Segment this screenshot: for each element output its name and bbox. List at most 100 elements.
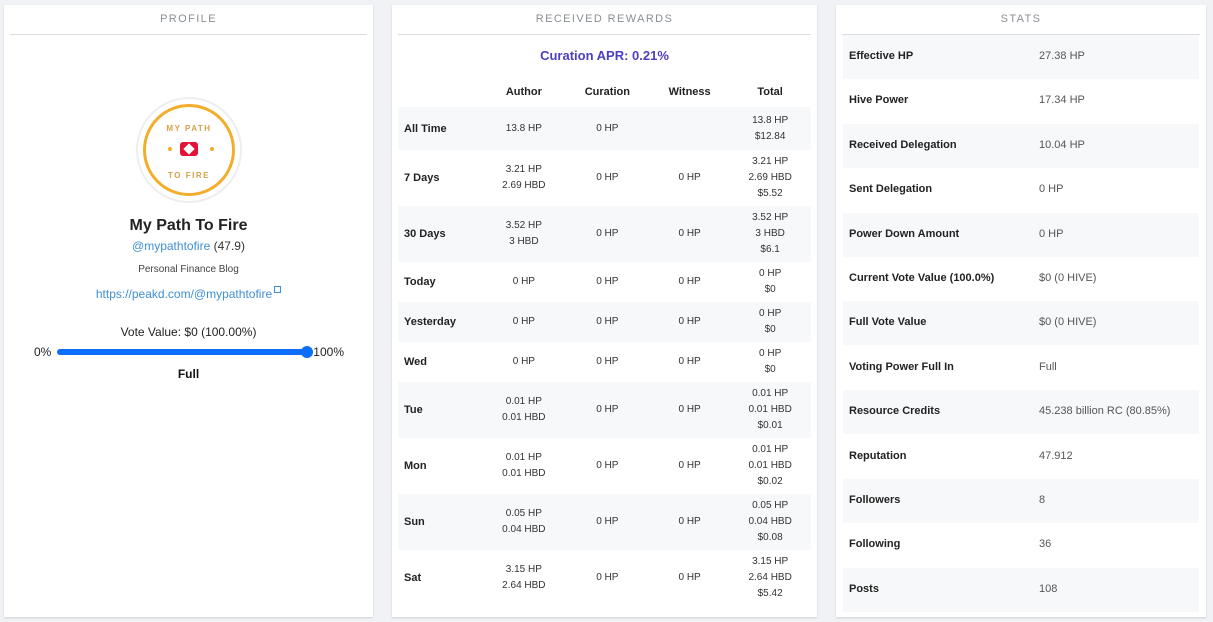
rewards-total-cell: 0 HP $0 [729,302,811,342]
rewards-total-cell: 0 HP $0 [729,262,811,302]
stat-row: Hive Power 17.34 HP [843,79,1199,123]
rewards-row: 30 Days 3.52 HP 3 HBD 0 HP 0 HP 3.52 HP 3 HBD $… [398,206,811,262]
stats-card: STATS Effective HP 27.38 HP Hive Power 17.3… [836,5,1206,617]
rewards-witness-cell: 0 HP [649,206,730,262]
stat-row: Voting Power Full In Full [843,346,1199,390]
stat-row: Following 36 [843,523,1199,567]
rewards-curation-cell: 0 HP [596,572,619,583]
rewards-total-cell-line: $0 [764,364,776,375]
rewards-total-cell: 0 HP $0 [729,342,811,382]
rewards-author-cell-line: 2.64 HBD [502,580,546,591]
rewards-total-cell-line: $0.08 [757,532,783,543]
profile-website-link[interactable]: https://peakd.com/@mypathtofire [96,287,272,301]
rewards-total-cell-line: 0.01 HBD [748,404,792,415]
stats-section-title: STATS [842,5,1200,35]
stat-label: Received Delegation [849,138,957,151]
stat-value: 0 HP [1039,227,1064,240]
rewards-author-cell: 0.01 HP 0.01 HBD [483,438,565,494]
stat-value: 10.04 HP [1039,138,1085,151]
rewards-total-cell-line: 0 HP [759,268,782,279]
rewards-curation-cell: 0 HP [596,356,619,367]
rewards-author-cell-line: 13.8 HP [505,122,542,134]
rewards-period-label: Today [404,276,436,288]
profile-about: Personal Finance Blog [138,264,239,275]
vote-weight-slider[interactable] [57,346,313,358]
rewards-author-cell: 0 HP [483,342,565,382]
stat-row: Received Delegation 10.04 HP [843,123,1199,168]
stat-label: Hive Power [849,94,909,107]
stat-row: Full Vote Value $0 (0 HIVE) [843,301,1199,346]
rewards-author-cell: 3.15 HP 2.64 HBD [483,550,565,606]
rewards-author-cell: 0.05 HP 0.04 HBD [483,494,565,550]
rewards-curation-cell: 0 HP [564,206,650,262]
rewards-total-cell-line: 2.69 HBD [748,172,792,183]
avatar-dot-right [210,147,214,151]
rewards-total-cell-line: $6.1 [760,244,780,255]
rewards-total-cell: 0.05 HP 0.04 HBD $0.08 [729,494,811,550]
rewards-author-cell-line: 0 HP [512,356,535,367]
rewards-period-label: 30 Days [398,206,483,262]
rewards-row: Mon 0.01 HP 0.01 HBD 0 HP 0 HP 0.01 HP 0.01 HB… [398,438,811,494]
slider-thumb[interactable] [301,346,313,358]
rewards-total-cell: 13.8 HP $12.84 [729,107,811,150]
stat-value: $0 (0 HIVE) [1039,316,1097,329]
rewards-curation-cell: 0 HP [564,494,650,550]
stat-value: 8 [1039,494,1046,506]
rewards-row: Sat 3.15 HP 2.64 HBD 0 HP 0 HP 3.15 HP 2.64 HB… [398,550,811,606]
stat-label: Resource Credits [849,405,941,418]
rewards-author-cell-line: 0 HP [512,276,535,287]
rewards-total-cell: 3.15 HP 2.64 HBD $5.42 [729,550,811,606]
vote-value: Vote Value: $0 (100.00%) [120,325,257,339]
rewards-period-label: Yesterday [398,302,483,342]
stat-label: Following [849,538,901,551]
profile-website-row: https://peakd.com/@mypathtofire [4,286,373,301]
rewards-period-label: 7 Days [404,172,440,184]
rewards-row: All Time 13.8 HP 0 HP 13.8 HP $12.84 [398,107,811,150]
rewards-period-label: Wed [404,356,428,368]
rewards-witness-cell: 0 HP [678,356,701,367]
stat-row: Resource Credits 45.238 billion RC (80.85… [843,390,1199,435]
rewards-curation-cell: 0 HP [564,382,650,438]
rewards-row: 7 Days 3.21 HP 2.69 HBD 0 HP 0 HP 3.21 HP 2.69… [398,150,811,206]
rewards-author-cell-line: 3.52 HP [505,220,542,231]
rewards-total-cell-line: 0.05 HP [752,500,789,511]
rewards-period-label: Sun [398,494,483,550]
rewards-author-cell-line: 0.01 HP [505,452,542,463]
rewards-author-cell-line: 2.69 HBD [502,180,546,191]
avatar-image: MY PATH TO FIRE [143,104,235,196]
rewards-author-cell-line: 0.01 HBD [502,468,546,479]
rewards-witness-cell: 0 HP [649,494,730,550]
rewards-author-cell: 13.8 HP [483,107,565,150]
rewards-curation-cell: 0 HP [596,460,619,471]
avatar[interactable]: MY PATH TO FIRE [138,99,240,201]
voting-power-status: Full [177,367,200,381]
rewards-author-cell-line: 0.04 HBD [502,524,546,535]
rewards-table: Author Curation Witness Total All Time 13… [398,76,811,606]
stat-label: Effective HP [849,50,914,62]
rewards-author-cell-line: 0 HP [512,316,535,327]
profile-handle-link[interactable]: @mypathtofire [132,239,210,253]
rewards-total-cell-line: 0.01 HBD [748,460,792,471]
rewards-total-cell-line: $0 [764,284,776,295]
rewards-author-cell: 0 HP [483,262,565,302]
rewards-witness-cell: 0 HP [678,172,701,183]
rewards-row: Wed 0 HP 0 HP 0 HP 0 HP $0 [398,342,811,382]
stat-row: Sent Delegation 0 HP [843,168,1199,212]
rewards-total-cell-line: 3 HBD [755,228,785,239]
rewards-witness-cell: 0 HP [678,460,701,471]
rewards-total-cell-line: 0.01 HP [752,388,789,399]
rewards-total-cell-line: $0.01 [757,420,783,431]
stat-label: Full Vote Value [849,316,927,329]
rewards-witness-cell [649,107,730,150]
rewards-witness-cell: 0 HP [678,572,701,583]
stat-label: Current Vote Value (100.0%) [849,272,995,284]
rewards-total-cell-line: $0 [764,324,776,335]
rewards-total-cell-line: $0.02 [757,476,783,487]
rewards-total-cell-line: $5.42 [757,588,783,599]
stat-row: Effective HP 27.38 HP [843,35,1199,79]
stat-value: 17.34 HP [1039,94,1085,107]
rewards-curation-cell: 0 HP [564,107,650,150]
rewards-card: RECEIVED REWARDS Curation APR: 0.21% Aut… [392,5,817,617]
stat-row: Reputation 47.912 [843,435,1199,479]
external-link-icon [274,286,282,293]
